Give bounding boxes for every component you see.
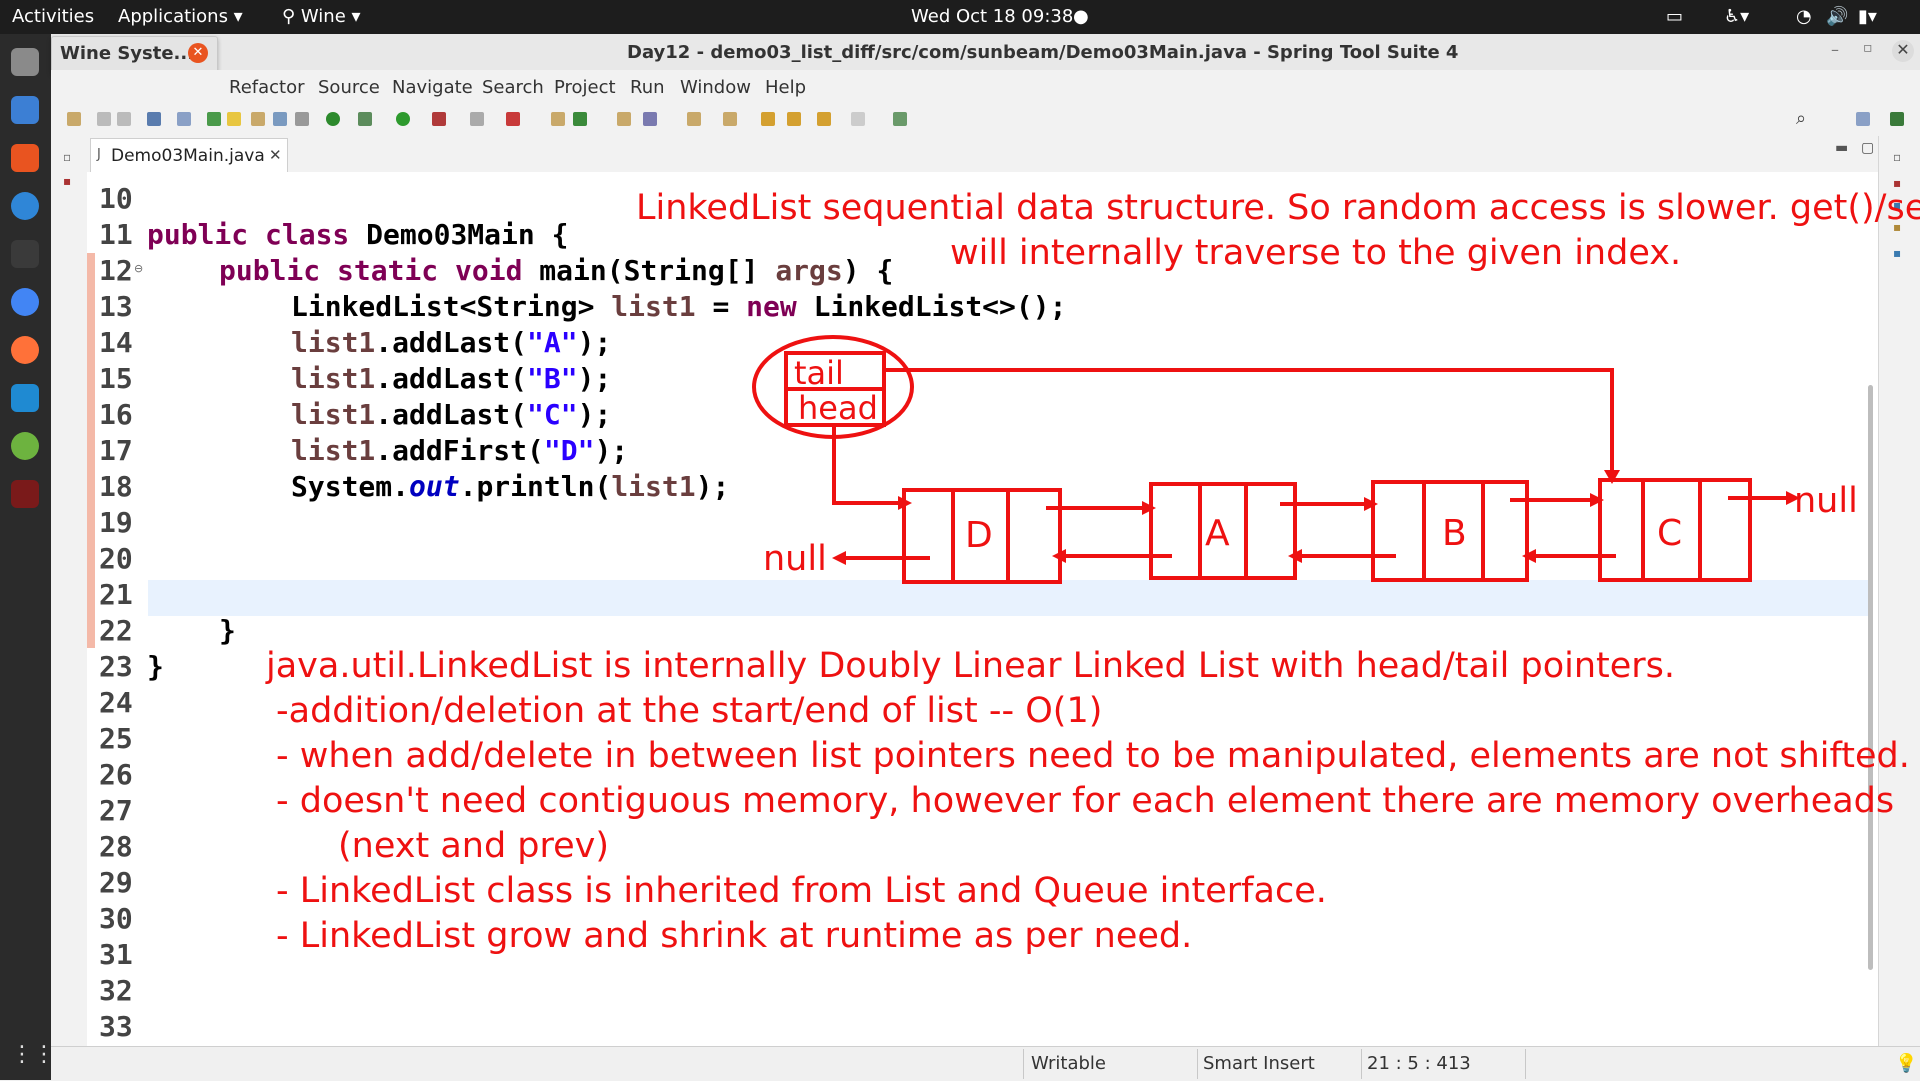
status-bar: Writable Smart Insert 21 : 5 : 413 💡 [51, 1046, 1920, 1081]
cursor-position-status[interactable]: 21 : 5 : 413 [1367, 1053, 1471, 1074]
annotation-bottom-line: (next and prev) [338, 826, 610, 866]
arrowhead [832, 551, 846, 565]
null-left-label: null [763, 539, 827, 579]
annotation-bottom-line: - when add/delete in between list pointe… [276, 736, 1910, 776]
status-separator [1023, 1049, 1024, 1079]
insert-mode-status[interactable]: Smart Insert [1203, 1053, 1315, 1074]
annotation-bottom-line: - LinkedList class is inherited from Lis… [276, 871, 1327, 911]
annotation-bottom-line: java.util.LinkedList is internally Doubl… [266, 646, 1676, 686]
tips-icon[interactable]: 💡 [1895, 1053, 1917, 1074]
annotation-bottom-line: - LinkedList grow and shrink at runtime … [276, 916, 1193, 956]
annotation-bottom-line: - doesn't need contiguous memory, howeve… [276, 781, 1895, 821]
annotation-bottom-line: -addition/deletion at the start/end of l… [276, 691, 1103, 731]
node-b-label: B [1442, 513, 1467, 554]
head-label: head [798, 389, 878, 427]
status-separator [1525, 1049, 1526, 1079]
node-c-label: C [1657, 513, 1682, 554]
node-d-label: D [965, 515, 993, 556]
writable-status: Writable [1031, 1053, 1106, 1074]
null-right-label: null [1794, 481, 1858, 521]
status-separator [1197, 1049, 1198, 1079]
node-a-label: A [1205, 513, 1230, 554]
tail-label: tail [794, 354, 844, 392]
tail-pointer-arrow [884, 368, 1614, 470]
status-separator [1361, 1049, 1362, 1079]
